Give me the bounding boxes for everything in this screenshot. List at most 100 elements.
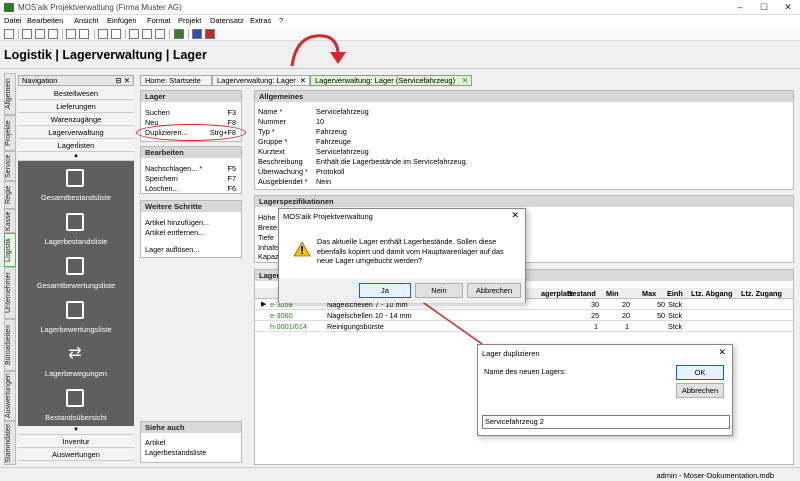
- link-lagerbestandsliste[interactable]: Lagerbestandsliste: [145, 448, 206, 457]
- label-inhalt: Inhalts: [258, 243, 280, 252]
- cancel-button[interactable]: Abbrechen: [676, 383, 724, 398]
- vtab-allgemein[interactable]: Allgemein: [4, 73, 16, 115]
- nav-item-lagerlisten[interactable]: Lagerlisten: [18, 140, 134, 152]
- paste-icon[interactable]: [155, 29, 165, 39]
- value-kurztext[interactable]: Servicefahrzeug: [316, 147, 369, 156]
- vtab-regie[interactable]: Regie: [4, 181, 16, 209]
- nav-big-lagerbewegungen[interactable]: ⇄ Lagerbewegungen: [18, 341, 134, 385]
- menu-einfuegen[interactable]: Einfügen: [107, 16, 137, 25]
- scroll-up-icon[interactable]: ▲: [18, 152, 134, 161]
- dialog-title: Lager duplizieren: [482, 349, 540, 358]
- user-icon[interactable]: [192, 29, 202, 39]
- close-icon[interactable]: ✕: [511, 210, 519, 221]
- value-gruppe[interactable]: Fahrzeuge: [316, 137, 351, 146]
- nav-item-bestellwesen[interactable]: Bestellwesen: [18, 88, 134, 100]
- cancel-button[interactable]: Abbrechen: [467, 283, 521, 298]
- pin-close-icon[interactable]: ⊟ ✕: [115, 76, 130, 86]
- minimize-button[interactable]: –: [728, 0, 752, 15]
- nav-item-inventur[interactable]: Inventur: [18, 436, 134, 448]
- vtab-unternehmer[interactable]: Unternehmer: [4, 267, 16, 319]
- menu-format[interactable]: Format: [147, 16, 171, 25]
- mail-icon[interactable]: [48, 29, 58, 39]
- table-row[interactable]: h-0001/014 Reinigungsbürste 1 1 Stck: [255, 322, 793, 332]
- col-ltz-zugang[interactable]: Ltz. Zugang: [741, 289, 782, 298]
- nav-big-lagerbewertungsliste[interactable]: Lagerbewertungsliste: [18, 297, 134, 341]
- tab-lager-servicefahrzeug[interactable]: Lagerverwaltung: Lager (Servicefahrzeug)…: [310, 75, 472, 86]
- nav-big-gesamtbewertungsliste[interactable]: Gesamtbewertungsliste: [18, 253, 134, 297]
- arrow-down-icon[interactable]: [111, 29, 121, 39]
- menu-datensatz[interactable]: Datensatz: [210, 16, 244, 25]
- action-artikel-entfernen[interactable]: Artikel entfernen...: [145, 228, 204, 237]
- preview-icon[interactable]: [35, 29, 45, 39]
- dialog-message: Das aktuelle Lager enthält Lagerbestände…: [317, 237, 504, 265]
- value-beschreibung[interactable]: Enthält die Lagerbestände im Servicefahr…: [316, 157, 468, 166]
- vtab-service[interactable]: Service: [4, 151, 16, 181]
- action-lager-aufloesen[interactable]: Lager auflösen...: [145, 245, 199, 254]
- value-ueberwachung[interactable]: Protokoll: [316, 167, 344, 176]
- cell-nr[interactable]: h-0001/014: [270, 322, 307, 331]
- scroll-down-icon[interactable]: ▼: [18, 426, 134, 435]
- tab-lager[interactable]: Lagerverwaltung: Lager ✕: [212, 75, 310, 86]
- menu-ansicht[interactable]: Ansicht: [74, 16, 99, 25]
- new-name-input[interactable]: Servicefahrzeug 2: [482, 415, 730, 429]
- close-icon[interactable]: ✕: [462, 76, 468, 86]
- vtab-logistik[interactable]: Logistik: [4, 233, 16, 267]
- col-min[interactable]: Min: [606, 289, 619, 298]
- close-icon[interactable]: ✕: [718, 347, 726, 358]
- vtab-bueroarbeiten[interactable]: Büroarbeiten: [4, 319, 16, 371]
- maximize-button[interactable]: ☐: [752, 0, 776, 15]
- value-typ[interactable]: Fahrzeug: [316, 127, 347, 136]
- action-artikel-hinzufuegen[interactable]: Artikel hinzufügen...: [145, 218, 209, 227]
- link-artikel[interactable]: Artikel: [145, 438, 165, 447]
- col-ltz-abgang[interactable]: Ltz. Abgang: [691, 289, 732, 298]
- annotation-arrow: [290, 34, 346, 67]
- nav-item-lagerverwaltung[interactable]: Lagerverwaltung: [18, 127, 134, 139]
- nav-item-warenzugaenge[interactable]: Warenzugänge: [18, 114, 134, 126]
- search-icon[interactable]: [129, 29, 139, 39]
- col-einh[interactable]: Einh: [667, 289, 683, 298]
- nav-big-gesamtbestandsliste[interactable]: Gesamtbestandsliste: [18, 165, 134, 209]
- print-icon[interactable]: [22, 29, 32, 39]
- action-loeschen[interactable]: Löschen...: [145, 184, 179, 193]
- vtab-projekte[interactable]: Projekte: [4, 115, 16, 151]
- vtab-auswertungen[interactable]: Auswertungen: [4, 371, 16, 421]
- shortcut: F5: [227, 164, 236, 173]
- menu-help[interactable]: ?: [279, 16, 283, 25]
- table-row[interactable]: e-3060 Nagelschellen 10 - 14 mm 25 20 50…: [255, 311, 793, 321]
- nav-item-auswertungen[interactable]: Auswertungen: [18, 449, 134, 461]
- action-nachschlagen[interactable]: Nachschlagen... *: [145, 164, 202, 173]
- menu-extras[interactable]: Extras: [250, 16, 271, 25]
- close-icon[interactable]: ✕: [300, 76, 306, 86]
- action-speichern[interactable]: Speichern: [145, 174, 178, 183]
- col-max[interactable]: Max: [642, 289, 656, 298]
- cell-nr[interactable]: e-3060: [270, 311, 293, 320]
- arrow-up-icon[interactable]: [98, 29, 108, 39]
- copy-icon[interactable]: [142, 29, 152, 39]
- green-icon[interactable]: [174, 29, 184, 39]
- menu-projekt[interactable]: Projekt: [178, 16, 201, 25]
- yes-button[interactable]: Ja: [359, 283, 411, 298]
- nav-item-lieferungen[interactable]: Lieferungen: [18, 101, 134, 113]
- tab-home[interactable]: Home: Startseite: [140, 75, 212, 86]
- nav-big-bestandsuebersicht[interactable]: Bestandsübersicht: [18, 385, 134, 429]
- close-button[interactable]: ✕: [776, 0, 800, 15]
- undo-icon[interactable]: [66, 29, 76, 39]
- value-nummer[interactable]: 10: [316, 117, 324, 126]
- menu-datei[interactable]: Datei: [4, 16, 22, 25]
- cell-einh: Stck: [668, 322, 683, 331]
- document-edit-icon: [66, 301, 84, 319]
- navigation-title: Navigation: [22, 76, 58, 85]
- value-ausgeblendet[interactable]: Nein: [316, 177, 331, 186]
- no-button[interactable]: Nein: [415, 283, 463, 298]
- vtab-kasse[interactable]: Kasse: [4, 209, 16, 233]
- action-suchen[interactable]: Suchen: [145, 108, 170, 117]
- new-icon[interactable]: [4, 29, 14, 39]
- ok-button[interactable]: OK: [676, 365, 724, 380]
- col-bestand[interactable]: Bestand: [567, 289, 596, 298]
- vtab-stammdaten[interactable]: Stammdaten: [4, 421, 16, 465]
- nav-big-lagerbestandsliste[interactable]: Lagerbestandsliste: [18, 209, 134, 253]
- user-red-icon[interactable]: [205, 29, 215, 39]
- menu-bearbeiten[interactable]: Bearbeiten: [27, 16, 63, 25]
- value-name[interactable]: Servicefahrzeug: [316, 107, 369, 116]
- redo-icon[interactable]: [79, 29, 89, 39]
